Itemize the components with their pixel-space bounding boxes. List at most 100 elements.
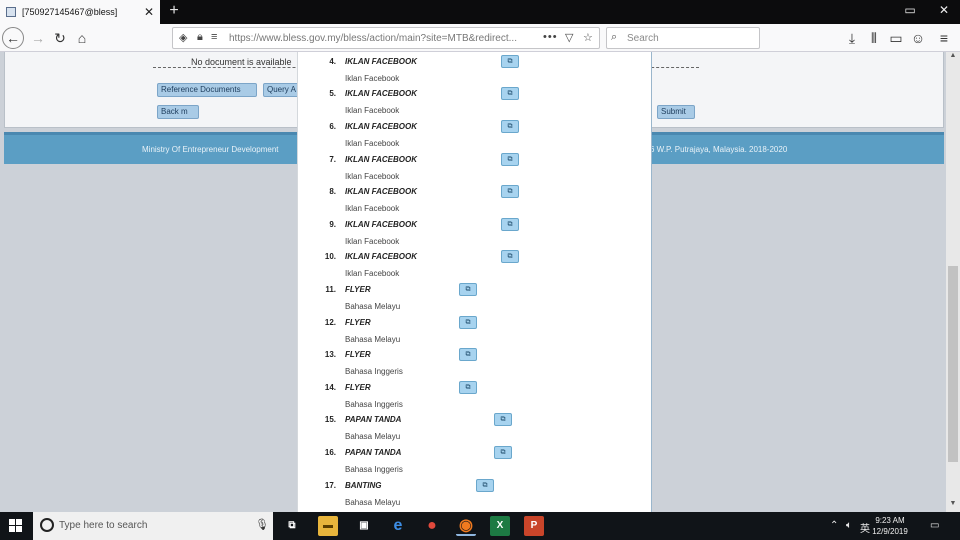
list-item: 10. IKLAN FACEBOOK Iklan Facebook ⧉ [298,250,651,284]
item-view-button[interactable]: ⧉ [501,250,519,263]
scroll-thumb[interactable] [948,266,958,462]
reload-icon[interactable]: ↻ [50,29,70,47]
item-view-button[interactable]: ⧉ [501,218,519,231]
item-number: 11. [325,285,336,294]
item-subtitle: Iklan Facebook [345,237,400,246]
list-item: 12. FLYER Bahasa Melayu ⧉ [298,316,651,350]
list-item: 13. FLYER Bahasa Inggeris ⧉ [298,348,651,382]
url-bar[interactable]: ◈ 🔒︎ ≡ https://www.bless.gov.my/bless/ac… [172,27,600,49]
item-subtitle: Bahasa Melayu [345,302,401,311]
item-subtitle: Iklan Facebook [345,139,400,148]
item-number: 13. [324,350,336,359]
pocket-icon[interactable]: ▽ [565,31,573,44]
search-icon: ⌕ [611,31,618,43]
item-title: PAPAN TANDA [345,448,402,457]
reference-documents-button[interactable]: Reference Documents [157,83,257,97]
item-title: IKLAN FACEBOOK [345,220,417,229]
list-item: 17. BANTING Bahasa Melayu ⧉ [298,479,651,512]
item-view-button[interactable]: ⧉ [494,446,512,459]
account-icon[interactable]: ☺ [908,29,928,47]
edge-icon[interactable]: e [388,516,408,536]
tab-title: [750927145467@bless] [22,7,118,17]
item-view-button[interactable]: ⧉ [501,120,519,133]
list-item: 16. PAPAN TANDA Bahasa Inggeris ⧉ [298,446,651,480]
close-window-icon[interactable]: ✕ [932,3,956,17]
powerpoint-icon[interactable]: P [524,516,544,536]
windows-start-icon[interactable] [9,519,23,533]
notifications-icon[interactable]: ▭ [930,520,939,531]
list-item: 8. IKLAN FACEBOOK Iklan Facebook ⧉ [298,185,651,219]
item-view-button[interactable]: ⧉ [501,87,519,100]
scroll-up-icon[interactable]: ▲ [946,52,960,64]
footer-ministry-text: Ministry Of Entrepreneur Development [142,145,279,154]
new-tab-button[interactable]: + [164,2,184,20]
item-view-button[interactable]: ⧉ [459,283,477,296]
search-placeholder: Search [627,33,659,44]
forward-arrow-icon[interactable]: → [28,29,48,47]
taskbar-search-box[interactable]: Type here to search 🎙︎ [33,512,273,540]
item-view-button[interactable]: ⧉ [501,55,519,68]
list-item: 4. IKLAN FACEBOOK Iklan Facebook ⧉ [298,55,651,89]
item-subtitle: Bahasa Melayu [345,498,401,507]
footer-address-text: 6 W.P. Putrajaya, Malaysia. 2018-2020 [650,145,788,154]
close-tab-icon[interactable]: ✕ [144,5,154,19]
item-view-button[interactable]: ⧉ [501,153,519,166]
list-item: 9. IKLAN FACEBOOK Iklan Facebook ⧉ [298,218,651,252]
sidebar-icon[interactable]: ▭ [886,29,906,47]
home-icon[interactable]: ⌂ [72,29,92,47]
item-number: 14. [324,383,336,392]
list-item: 6. IKLAN FACEBOOK Iklan Facebook ⧉ [298,120,651,154]
back-button[interactable]: Back m [157,105,199,119]
store-icon[interactable]: ▣ [354,516,374,536]
item-view-button[interactable]: ⧉ [459,316,477,329]
windows-taskbar: Type here to search 🎙︎ ⧉ ▬ ▣ e ● ◉ X P ⌃… [0,512,960,540]
microphone-icon[interactable]: 🎙︎ [255,518,269,531]
search-bar[interactable]: ⌕ Search [606,27,760,49]
task-view-icon[interactable]: ⧉ [282,516,302,536]
bookmark-star-icon[interactable]: ☆ [583,31,593,44]
scroll-down-icon[interactable]: ▼ [946,500,960,512]
item-title: FLYER [345,383,371,392]
shield-icon[interactable]: ◈ [179,31,187,44]
item-view-button[interactable]: ⧉ [494,413,512,426]
item-number: 5. [329,89,336,98]
no-document-text: No document is available [191,57,292,67]
item-view-button[interactable]: ⧉ [501,185,519,198]
show-hidden-icons-icon[interactable]: ⌃ [830,520,838,531]
page-scrollbar[interactable]: ▲ ▼ [946,52,960,512]
restore-window-icon[interactable]: ▭ [898,3,922,17]
item-subtitle: Bahasa Inggeris [345,465,403,474]
item-subtitle: Iklan Facebook [345,106,400,115]
volume-icon[interactable]: 🔈︎ [846,520,852,531]
chrome-icon[interactable]: ● [422,516,442,536]
list-item: 15. PAPAN TANDA Bahasa Melayu ⧉ [298,413,651,447]
list-item: 5. IKLAN FACEBOOK Iklan Facebook ⧉ [298,87,651,121]
excel-icon[interactable]: X [490,516,510,536]
browser-tab[interactable]: [750927145467@bless] ✕ [0,0,160,24]
list-item: 14. FLYER Bahasa Inggeris ⧉ [298,381,651,415]
taskbar-clock[interactable]: 9:23 AM 12/9/2019 [868,515,912,537]
item-view-button[interactable]: ⧉ [459,348,477,361]
item-view-button[interactable]: ⧉ [459,381,477,394]
url-text[interactable]: https://www.bless.gov.my/bless/action/ma… [229,33,529,44]
permissions-icon[interactable]: ≡ [211,31,217,43]
lock-icon[interactable]: 🔒︎ [197,31,203,44]
item-subtitle: Iklan Facebook [345,204,400,213]
firefox-icon[interactable]: ◉ [456,516,476,536]
item-title: FLYER [345,285,371,294]
item-subtitle: Bahasa Melayu [345,335,401,344]
library-icon[interactable]: ⫴ [864,29,884,47]
item-title: FLYER [345,318,371,327]
item-title: IKLAN FACEBOOK [345,122,417,131]
page-actions-icon[interactable]: ••• [543,31,558,43]
menu-icon[interactable]: ≡ [934,29,954,47]
item-title: FLYER [345,350,371,359]
file-explorer-icon[interactable]: ▬ [318,516,338,536]
item-subtitle: Bahasa Melayu [345,432,401,441]
clock-time: 9:23 AM [875,516,905,525]
item-view-button[interactable]: ⧉ [476,479,494,492]
item-title: BANTING [345,481,382,490]
submit-button[interactable]: Submit [657,105,695,119]
back-arrow-icon[interactable]: ← [2,27,24,49]
download-icon[interactable]: ⤓ [842,29,862,47]
